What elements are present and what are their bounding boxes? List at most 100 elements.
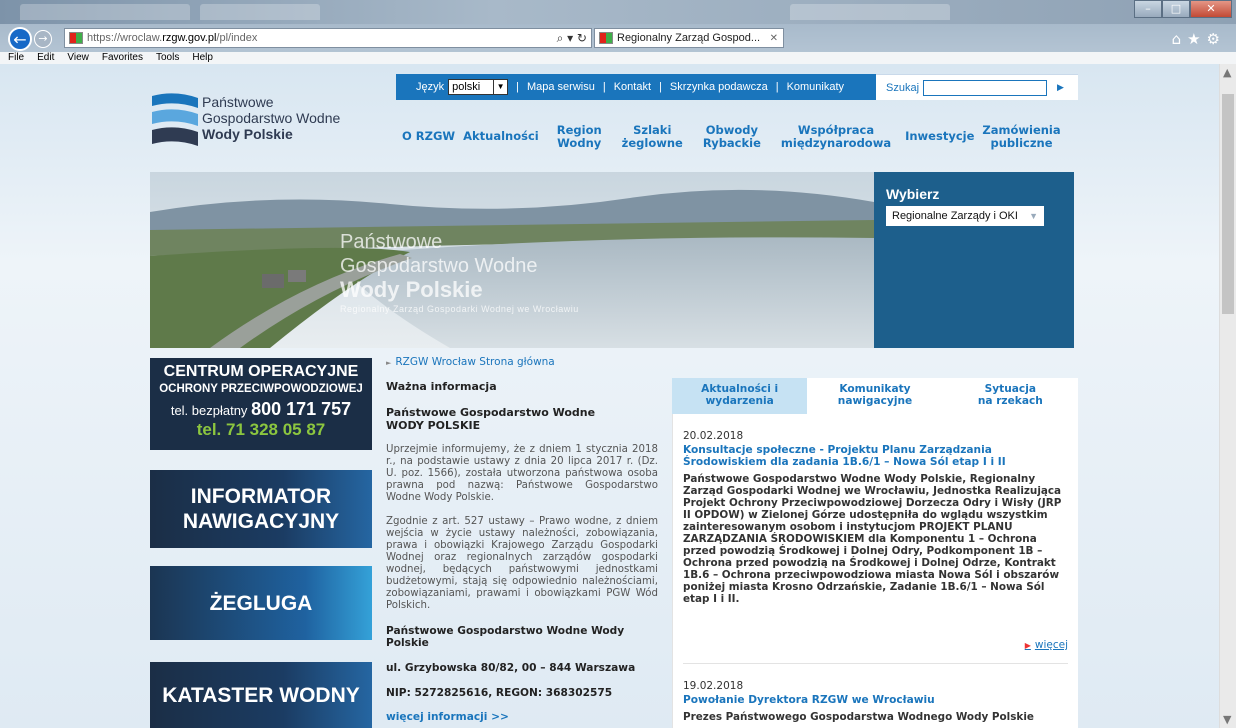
tab-favicon-icon [599,32,613,44]
close-tab-icon[interactable]: ✕ [770,33,778,44]
close-window-button[interactable]: ✕ [1190,0,1232,18]
banner-line4: Regionalny Zarząd Gospodarki Wodnej we W… [340,304,579,314]
news-date: 20.02.2018 [683,430,744,442]
breadcrumb-text: RZGW Wrocław Strona główna [395,356,555,368]
active-tab[interactable]: Regionalny Zarząd Gospod... ✕ [594,28,784,48]
nav-aktualnosci[interactable]: Aktualności [463,130,539,143]
nav-region-wodny[interactable]: Region Wodny [557,124,602,150]
utility-bar: Język polski ▼ | Mapa serwisu | Kontakt | Sk… [396,74,1078,100]
forward-button[interactable]: → [34,30,52,48]
centrum-line1: CENTRUM OPERACYJNE [163,363,359,380]
banner-line1: Państwowe [340,231,443,253]
tab-komunikaty[interactable]: Komunikaty nawigacyjne [807,378,942,414]
scroll-up-icon[interactable]: ▲ [1223,66,1231,79]
language-select[interactable]: polski ▼ [448,79,509,95]
zegluga-label: ŻEGLUGA [209,591,313,615]
wave-logo-icon [152,93,198,146]
maximize-button[interactable]: □ [1162,0,1190,18]
news-panel: Aktualności i wydarzenia Komunikaty nawi… [672,378,1078,728]
link-mapa-serwisu[interactable]: Mapa serwisu [527,81,595,93]
settings-gear-icon[interactable]: ⚙ [1207,30,1226,48]
nav-szlaki-zeglowne[interactable]: Szlaki żeglowne [622,124,683,150]
tab-sytuacja[interactable]: Sytuacja na rzekach [943,378,1078,414]
background-tab[interactable] [200,4,320,20]
page-viewport: Państwowe Gospodarstwo Wodne Wody Polski… [0,64,1236,728]
info-org: Państwowe Gospodarstwo Wodne WODY POLSKI… [386,406,658,432]
info-org-line2: WODY POLSKIE [386,419,481,432]
centrum-line3: tel. bezpłatny 800 171 757 [150,399,372,420]
window-controls: – □ ✕ [1134,0,1232,18]
more-info-link[interactable]: więcej informacji >> [386,711,658,723]
region-select[interactable]: Regionalne Zarządy i OKI ▼ [886,206,1044,226]
nav-inwestycje[interactable]: Inwestycje [905,130,974,143]
logo-line2: Gospodarstwo Wodne [202,110,341,126]
search-refresh-icon[interactable]: ⌕ ▾ ↻ [557,31,587,46]
news-title-link[interactable]: Powołanie Dyrektora RZGW we Wrocławiu [683,694,1068,706]
kataster-label: KATASTER WODNY [162,683,360,707]
nav-obwody-rybackie[interactable]: Obwody Rybackie [703,124,761,150]
banner-line3: Wody Polskie [340,277,483,302]
news-more-link[interactable]: ▶ więcej [683,639,1068,651]
info-org-name: Państwowe Gospodarstwo Wodne Wody Polski… [386,625,625,649]
tab-title: Regionalny Zarząd Gospod... [617,32,761,44]
info-address: ul. Grzybowska 80/82, 00 – 844 Warszawa [386,662,636,674]
breadcrumb-arrow-icon: ► [386,359,392,367]
menu-view[interactable]: View [67,52,89,63]
region-select-title: Wybierz [886,186,940,202]
search-area: Szukaj ▶ [876,74,1078,100]
home-icon[interactable]: ⌂ [1172,30,1188,48]
scroll-down-icon[interactable]: ▼ [1223,713,1231,726]
main-navigation: O RZGW Aktualności Region Wodny Szlaki ż… [402,124,1061,150]
region-select-panel: Wybierz Regionalne Zarządy i OKI ▼ [874,172,1074,348]
tab-aktualnosci[interactable]: Aktualności i wydarzenia [672,378,808,414]
navigation-row: ← → https://wroclaw.rzgw.gov.pl/pl/index… [0,24,1236,52]
kataster-wodny-banner[interactable]: KATASTER WODNY [150,662,372,728]
site-favicon-icon [69,32,83,44]
centrum-operacyjne-banner[interactable]: CENTRUM OPERACYJNE OCHRONY PRZECIWPOWODZ… [150,358,372,450]
link-komunikaty[interactable]: Komunikaty [787,81,844,93]
link-skrzynka-podawcza[interactable]: Skrzynka podawcza [670,81,768,93]
background-tab[interactable] [20,4,190,20]
nav-zamowienia[interactable]: Zamówienia publiczne [982,124,1060,150]
info-org-line1: Państwowe Gospodarstwo Wodne [386,406,596,419]
back-button[interactable]: ← [8,27,32,51]
menu-help[interactable]: Help [192,52,213,63]
informator-nawigacyjny-banner[interactable]: INFORMATOR NAWIGACYJNY [150,470,372,548]
centrum-line4: tel. 71 328 05 87 [196,420,326,439]
info-paragraph-1: Uprzejmie informujemy, że z dniem 1 styc… [386,444,658,503]
minimize-button[interactable]: – [1134,0,1162,18]
nav-o-rzgw[interactable]: O RZGW [402,130,455,143]
banner-overlay-text: Państwowe Gospodarstwo Wodne Wody Polski… [340,230,579,316]
news-title-link[interactable]: Konsultacje społeczne - Projektu Planu Z… [683,444,1068,468]
news-more-text: więcej [1034,639,1068,651]
info-paragraph-2: Zgodnie z art. 527 ustawy – Prawo wodne,… [386,516,658,611]
nav-wspolpraca[interactable]: Współpraca międzynarodowa [781,124,891,150]
link-kontakt[interactable]: Kontakt [614,81,651,93]
search-input[interactable] [923,79,1048,96]
zegluga-banner[interactable]: ŻEGLUGA [150,566,372,640]
menu-favorites[interactable]: Favorites [102,52,143,63]
scroll-thumb[interactable] [1222,94,1234,314]
menu-file[interactable]: File [8,52,24,63]
vertical-scrollbar[interactable]: ▲ ▼ [1219,64,1236,728]
hotline-label: tel. bezpłatny [170,403,248,418]
language-value: polski [452,81,481,93]
info-nip-regon: NIP: 5272825616, REGON: 368302575 [386,687,613,699]
menu-tools[interactable]: Tools [156,52,179,63]
menu-edit[interactable]: Edit [37,52,54,63]
address-bar[interactable]: https://wroclaw.rzgw.gov.pl/pl/index ⌕ ▾… [64,28,592,48]
logo-line1: Państwowe [202,94,274,110]
menu-bar: File Edit View Favorites Tools Help [0,52,1236,64]
breadcrumb[interactable]: ► RZGW Wrocław Strona główna [386,356,658,368]
news-divider [683,663,1068,664]
toolbar-icons: ⌂★⚙ [1172,30,1226,48]
favorites-star-icon[interactable]: ★ [1187,30,1206,48]
page-content: Państwowe Gospodarstwo Wodne Wody Polski… [150,64,1078,728]
site-logo[interactable]: Państwowe Gospodarstwo Wodne Wody Polski… [150,90,390,160]
logo-text: Państwowe Gospodarstwo Wodne Wody Polski… [202,94,340,142]
news-tabs: Aktualności i wydarzenia Komunikaty nawi… [672,378,1078,414]
background-tab[interactable] [790,4,950,20]
utility-links: Język polski ▼ | Mapa serwisu | Kontakt | Sk… [396,74,876,100]
arrow-right-icon: ▶ [1024,641,1031,650]
search-arrow-icon[interactable]: ▶ [1057,83,1064,93]
